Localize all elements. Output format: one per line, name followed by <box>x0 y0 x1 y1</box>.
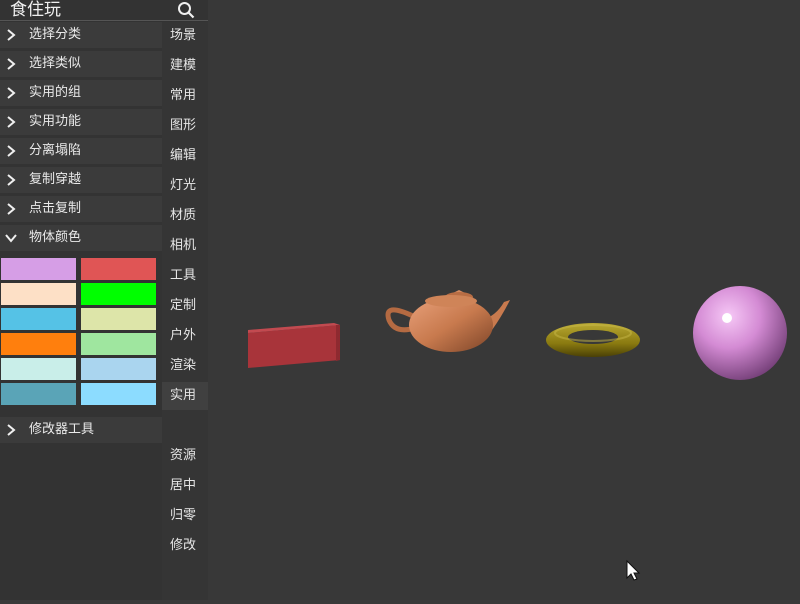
tab-utility[interactable]: 实用 <box>162 382 208 410</box>
chevron-right-icon <box>5 417 17 443</box>
search-button[interactable] <box>164 0 208 20</box>
category-label: 实用功能 <box>29 114 82 129</box>
category-label: 修改器工具 <box>29 422 95 437</box>
category-label: 复制穿越 <box>29 172 82 187</box>
chevron-right-icon <box>5 138 17 164</box>
chevron-right-icon <box>5 22 17 48</box>
color-swatch[interactable] <box>1 258 76 280</box>
tab-modify[interactable]: 修改 <box>162 532 208 560</box>
category-label: 分离塌陷 <box>29 143 82 158</box>
color-swatch[interactable] <box>1 308 76 330</box>
category-modifier-tools[interactable]: 修改器工具 <box>0 417 162 443</box>
chevron-right-icon <box>5 196 17 222</box>
category-object-color[interactable]: 物体颜色 <box>0 225 162 251</box>
tab-reset[interactable]: 归零 <box>162 502 208 530</box>
tab-camera[interactable]: 相机 <box>162 232 208 260</box>
color-swatch[interactable] <box>81 308 156 330</box>
color-swatch[interactable] <box>81 333 156 355</box>
category-label: 实用的组 <box>29 85 82 100</box>
tab-shapes[interactable]: 图形 <box>162 112 208 140</box>
tab-center[interactable]: 居中 <box>162 472 208 500</box>
tab-common[interactable]: 常用 <box>162 82 208 110</box>
mouse-cursor <box>626 559 641 581</box>
chevron-down-icon <box>5 225 17 251</box>
3d-viewport[interactable] <box>208 0 800 600</box>
tab-lights[interactable]: 灯光 <box>162 172 208 200</box>
category-click-copy[interactable]: 点击复制 <box>0 196 162 222</box>
category-utilities[interactable]: 实用功能 <box>0 109 162 135</box>
category-list: 选择分类 选择类似 实用的组 实用功能 分离塌陷 复制穿越 点击复制 物体颜色 <box>0 22 162 254</box>
search-icon <box>178 2 195 19</box>
left-panel: 食住玩 选择分类 选择类似 实用的组 实用功能 分离塌陷 复制穿越 点击复制 物… <box>0 0 208 600</box>
category-copy-through[interactable]: 复制穿越 <box>0 167 162 193</box>
color-swatch[interactable] <box>1 383 76 405</box>
chevron-right-icon <box>5 109 17 135</box>
tab-render[interactable]: 渲染 <box>162 352 208 380</box>
color-swatch[interactable] <box>81 283 156 305</box>
color-swatch[interactable] <box>1 358 76 380</box>
chevron-right-icon <box>5 51 17 77</box>
category-select-by-category[interactable]: 选择分类 <box>0 22 162 48</box>
box-object[interactable] <box>248 323 340 368</box>
color-swatch[interactable] <box>1 283 76 305</box>
tab-assets[interactable]: 资源 <box>162 442 208 470</box>
tab-outdoor[interactable]: 户外 <box>162 322 208 350</box>
color-swatch[interactable] <box>81 383 156 405</box>
color-swatch[interactable] <box>81 258 156 280</box>
torus-object[interactable] <box>546 323 640 357</box>
app-title: 食住玩 <box>10 0 61 20</box>
sphere-object[interactable] <box>693 286 787 380</box>
category-label: 物体颜色 <box>29 230 82 245</box>
tab-edit[interactable]: 编辑 <box>162 142 208 170</box>
category-select-similar[interactable]: 选择类似 <box>0 51 162 77</box>
chevron-right-icon <box>5 167 17 193</box>
category-label: 点击复制 <box>29 201 82 216</box>
viewport-canvas <box>248 286 787 581</box>
category-label: 选择类似 <box>29 56 82 71</box>
side-tab-bar: 场景 建模 常用 图形 编辑 灯光 材质 相机 工具 定制 户外 渲染 实用 资… <box>162 22 208 600</box>
tab-custom[interactable]: 定制 <box>162 292 208 320</box>
category-label: 选择分类 <box>29 27 82 42</box>
category-detach-collapse[interactable]: 分离塌陷 <box>0 138 162 164</box>
tab-modeling[interactable]: 建模 <box>162 52 208 80</box>
tab-scene[interactable]: 场景 <box>162 22 208 50</box>
category-useful-groups[interactable]: 实用的组 <box>0 80 162 106</box>
color-swatch[interactable] <box>81 358 156 380</box>
tab-materials[interactable]: 材质 <box>162 202 208 230</box>
teapot-object[interactable] <box>385 290 510 352</box>
tab-tools[interactable]: 工具 <box>162 262 208 290</box>
color-swatch[interactable] <box>1 333 76 355</box>
title-bar: 食住玩 <box>0 0 208 21</box>
chevron-right-icon <box>5 80 17 106</box>
